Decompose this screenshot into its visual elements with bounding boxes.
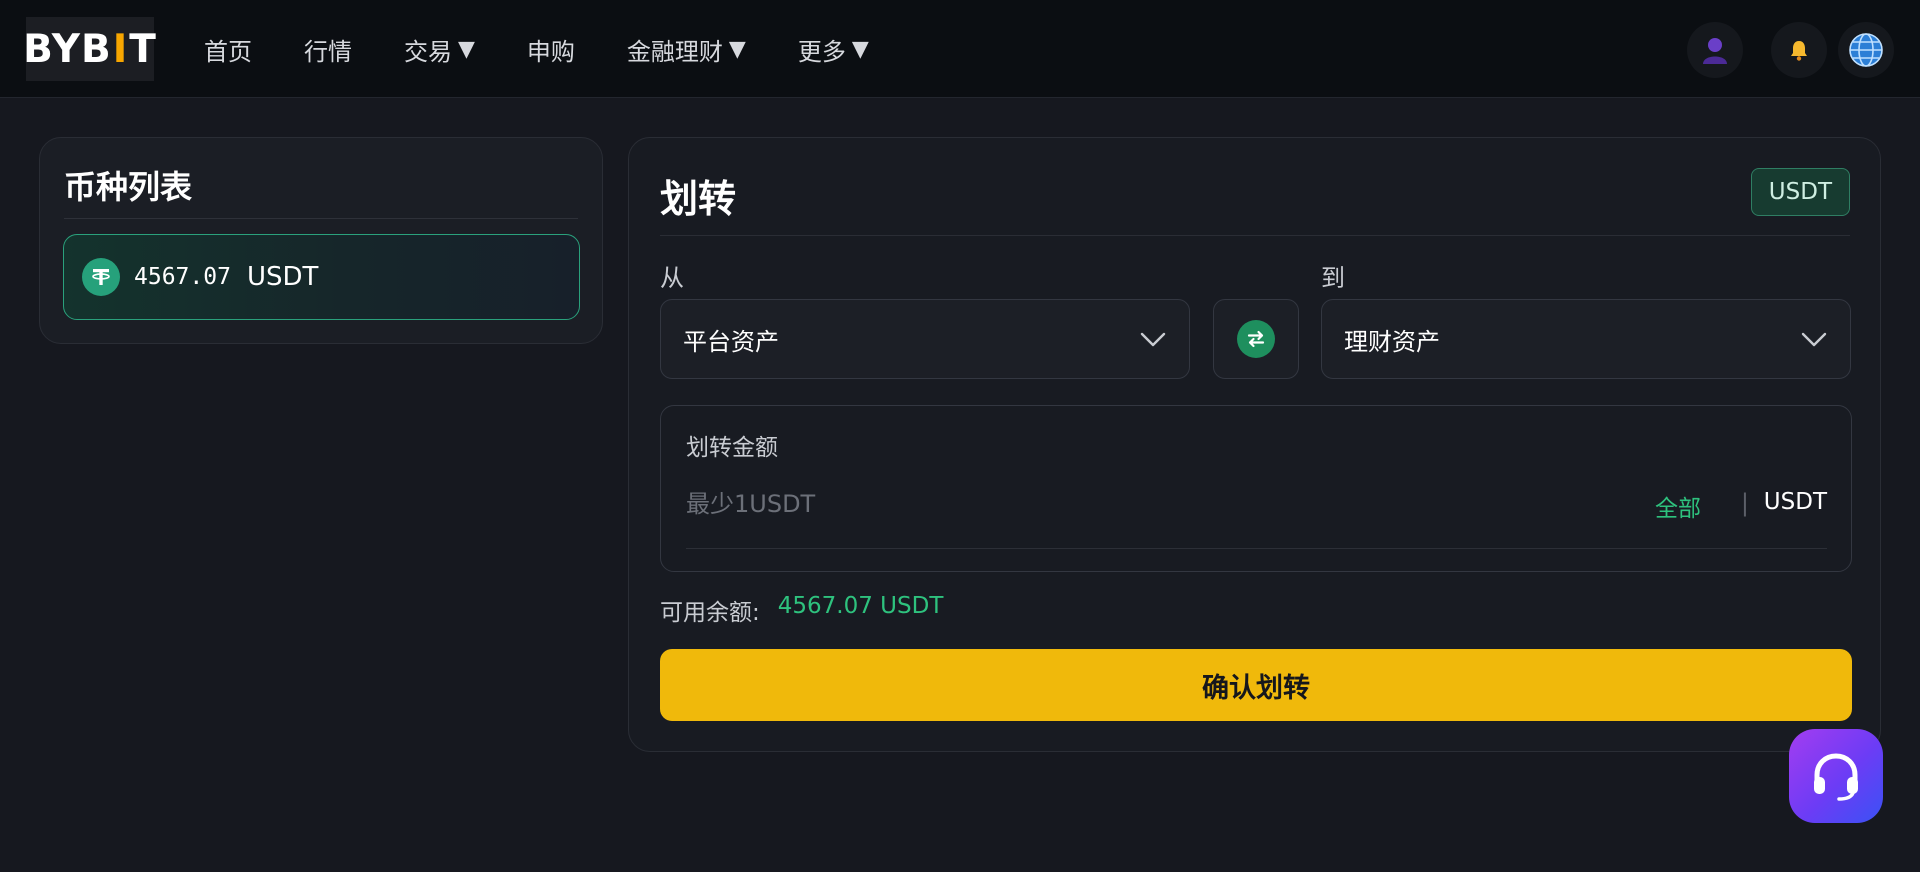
caret-down-icon: ▼ (851, 36, 869, 62)
nav-item-label: 申购 (526, 37, 575, 66)
divider (64, 218, 578, 219)
transfer-amount-box: 划转金额 全部 | USDT (660, 405, 1852, 572)
globe-icon[interactable] (1838, 22, 1894, 78)
separator: | (1740, 489, 1749, 517)
chevron-down-icon (1801, 332, 1827, 347)
user-avatar-icon[interactable] (1687, 22, 1743, 78)
logo-text-bar: I (112, 26, 129, 72)
currency-badge: USDT (1750, 168, 1850, 216)
confirm-transfer-button[interactable]: 确认划转 (660, 649, 1852, 721)
top-navigation-bar: BYB I T 首页 行情 交易 ▼ 申购 金融理财 ▼ 更多 ▼ (0, 0, 1920, 98)
nav-item-trade[interactable]: 交易 ▼ (404, 32, 475, 67)
amount-label: 划转金额 (686, 435, 778, 461)
coin-symbol: USDT (246, 262, 319, 292)
coin-list-title: 币种列表 (64, 168, 193, 206)
to-label: 到 (1321, 264, 1345, 292)
logo-text-post: T (129, 26, 157, 72)
available-balance-label: 可用余额: (660, 600, 760, 626)
max-all-button[interactable]: 全部 (1655, 489, 1701, 523)
amount-unit: USDT (1763, 489, 1827, 515)
bell-icon[interactable] (1771, 22, 1827, 78)
headset-icon (1814, 753, 1858, 801)
customer-support-button[interactable] (1789, 729, 1883, 823)
nav-item-label: 行情 (304, 37, 352, 66)
available-balance-value: 4567.07 USDT (777, 593, 944, 619)
amount-input[interactable] (686, 484, 1586, 524)
nav-item-home[interactable]: 首页 (204, 32, 252, 67)
coin-balance: 4567.07 (134, 264, 231, 290)
chevron-down-icon (1140, 332, 1166, 347)
to-account-select[interactable]: 理财资产 (1321, 299, 1851, 379)
nav-item-label: 金融理财 (626, 37, 723, 66)
tether-icon (82, 258, 120, 296)
from-label: 从 (660, 264, 684, 292)
swap-direction-button[interactable] (1213, 299, 1299, 379)
from-account-select[interactable]: 平台资产 (660, 299, 1190, 379)
nav-item-subscribe[interactable]: 申购 (527, 32, 575, 67)
nav-item-label: 首页 (204, 37, 252, 66)
to-account-value: 理财资产 (1344, 327, 1440, 356)
caret-down-icon: ▼ (458, 36, 475, 62)
coin-list-card: 币种列表 4567.07 USDT (39, 137, 603, 344)
transfer-card: 划转 USDT 从 到 平台资产 理财资产 划转金额 全部 | USDT 可用余… (628, 137, 1881, 752)
swap-icon (1237, 320, 1275, 358)
nav-item-more[interactable]: 更多 ▼ (798, 32, 869, 67)
nav-item-markets[interactable]: 行情 (304, 32, 352, 67)
main-nav: 首页 行情 交易 ▼ 申购 金融理财 ▼ 更多 ▼ (178, 0, 895, 98)
caret-down-icon: ▼ (728, 36, 746, 62)
available-balance: 可用余额: 4567.07 USDT (660, 593, 943, 627)
transfer-title: 划转 (660, 177, 737, 221)
bybit-logo[interactable]: BYB I T (23, 17, 157, 81)
nav-item-label: 更多 (797, 37, 846, 66)
nav-item-label: 交易 (404, 37, 452, 66)
logo-text-pre: BYB (23, 26, 112, 72)
divider (660, 235, 1850, 236)
coin-list-item-usdt[interactable]: 4567.07 USDT (63, 234, 580, 320)
input-underline (686, 548, 1827, 549)
from-account-value: 平台资产 (683, 327, 779, 356)
nav-item-finance[interactable]: 金融理财 ▼ (627, 32, 746, 67)
